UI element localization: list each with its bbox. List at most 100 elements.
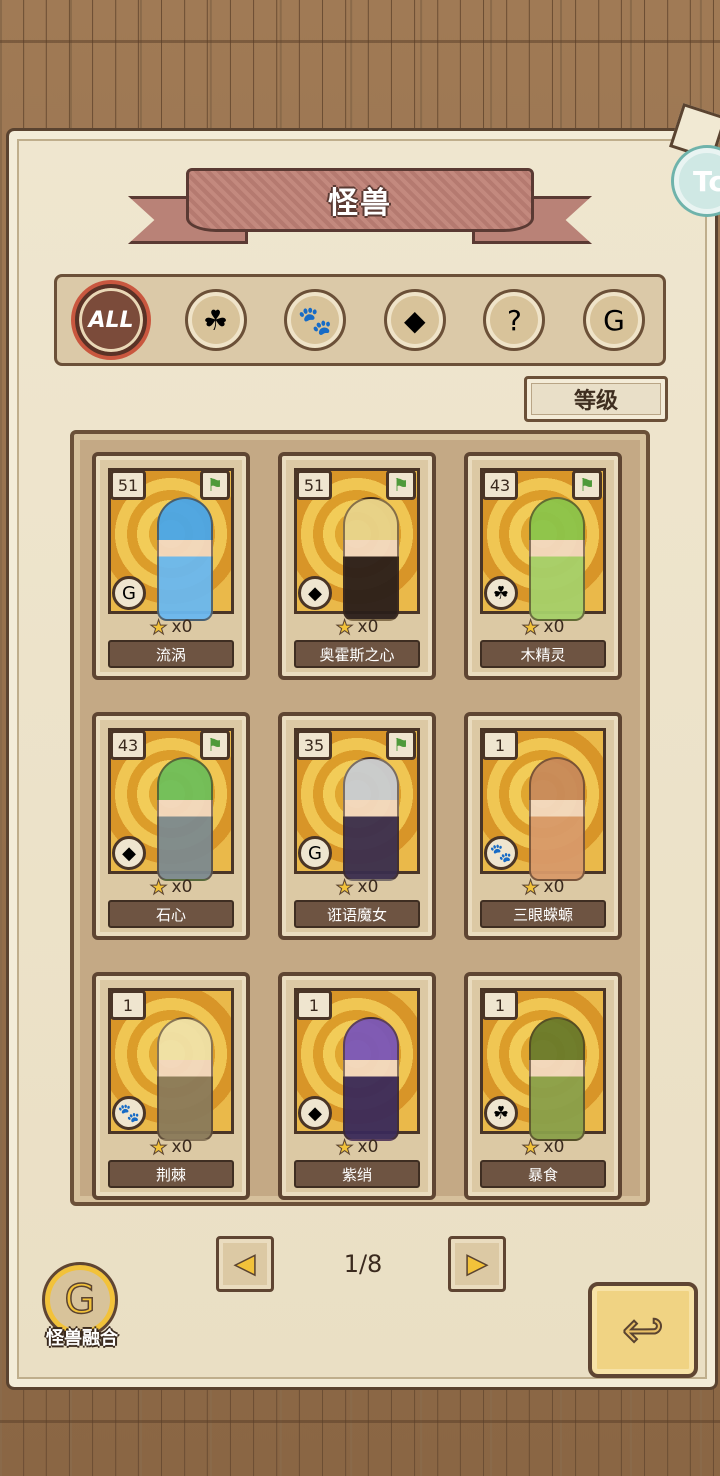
- star-icon: ★: [521, 1135, 540, 1160]
- level-badge: 1: [110, 990, 146, 1020]
- monster-figure: [157, 497, 213, 621]
- monster-figure: [343, 497, 399, 621]
- paw-icon: 🐾: [112, 1096, 146, 1130]
- count-value: x0: [543, 1137, 565, 1157]
- level-badge: 1: [482, 730, 518, 760]
- question-icon: ?: [506, 303, 522, 337]
- filter-paw[interactable]: 🐾: [284, 289, 347, 351]
- next-page-button[interactable]: ▶: [448, 1236, 506, 1292]
- star-count: ★ x0: [468, 1135, 618, 1160]
- crystal-icon: ◆: [298, 576, 332, 610]
- count-value: x0: [357, 877, 379, 897]
- star-icon: ★: [335, 615, 354, 640]
- star-icon: ★: [149, 615, 168, 640]
- page-title: 怪兽: [328, 186, 392, 221]
- monster-name: 暴食: [480, 1160, 606, 1188]
- clover-icon: ☘: [484, 1096, 518, 1130]
- star-count: ★ x0: [282, 875, 432, 900]
- filter-clover[interactable]: ☘: [184, 289, 247, 351]
- clover-icon: ☘: [484, 576, 518, 610]
- monster-figure: [343, 757, 399, 881]
- monster-grid: 51 ⚑ G ★ x0 流涡 51 ⚑ ◆ ★ x0 奥霍斯之心 43 ⚑ ☘ …: [70, 430, 650, 1206]
- count-value: x0: [357, 617, 379, 637]
- title-ribbon: 怪兽: [186, 168, 534, 232]
- filter-bar: ALL ☘ 🐾 ◆? G: [54, 274, 666, 366]
- flag-icon: ⚑: [572, 470, 602, 500]
- monster-card[interactable]: 51 ⚑ G ★ x0 流涡: [92, 452, 250, 680]
- monster-figure: [343, 1017, 399, 1141]
- level-badge: 35: [296, 730, 332, 760]
- spiral-icon: G: [603, 303, 625, 337]
- level-badge: 43: [110, 730, 146, 760]
- monster-card[interactable]: 1 ☘ ★ x0 暴食: [464, 972, 622, 1200]
- monster-name: 奥霍斯之心: [294, 640, 420, 668]
- star-count: ★ x0: [468, 875, 618, 900]
- monster-card[interactable]: 43 ⚑ ◆ ★ x0 石心: [92, 712, 250, 940]
- filter-spiral[interactable]: G: [582, 289, 645, 351]
- count-value: x0: [171, 1137, 193, 1157]
- prev-page-button[interactable]: ◀: [216, 1236, 274, 1292]
- star-icon: ★: [149, 1135, 168, 1160]
- star-icon: ★: [335, 875, 354, 900]
- star-icon: ★: [149, 875, 168, 900]
- all-icon: ALL: [88, 307, 134, 333]
- monster-figure: [529, 1017, 585, 1141]
- monster-name: 三眼蝾螈: [480, 900, 606, 928]
- count-value: x0: [171, 617, 193, 637]
- spiral-icon: G: [112, 576, 146, 610]
- monster-name: 石心: [108, 900, 234, 928]
- count-value: x0: [357, 1137, 379, 1157]
- monster-card[interactable]: 1 ◆ ★ x0 紫绡: [278, 972, 436, 1200]
- count-value: x0: [171, 877, 193, 897]
- filter-question[interactable]: ?: [483, 289, 546, 351]
- monster-card[interactable]: 43 ⚑ ☘ ★ x0 木精灵: [464, 452, 622, 680]
- monster-name: 木精灵: [480, 640, 606, 668]
- monster-figure: [157, 757, 213, 881]
- wood-grain: [0, 40, 720, 43]
- flag-icon: ⚑: [386, 470, 416, 500]
- arrow-right-icon: ▶: [466, 1248, 488, 1280]
- monster-card[interactable]: 1 🐾 ★ x0 荆棘: [92, 972, 250, 1200]
- page-indicator: 1/8: [343, 1250, 383, 1278]
- star-icon: ★: [521, 615, 540, 640]
- filter-crystal[interactable]: ◆: [383, 289, 446, 351]
- flag-icon: ⚑: [200, 730, 230, 760]
- flag-icon: ⚑: [200, 470, 230, 500]
- monster-name: 流涡: [108, 640, 234, 668]
- count-value: x0: [543, 617, 565, 637]
- level-badge: 51: [110, 470, 146, 500]
- star-count: ★ x0: [96, 615, 246, 640]
- clover-icon: ☘: [203, 303, 229, 337]
- crystal-icon: ◆: [404, 303, 426, 337]
- level-badge: 43: [482, 470, 518, 500]
- crystal-icon: ◆: [112, 836, 146, 870]
- sort-by-level-button[interactable]: 等级: [524, 376, 668, 422]
- level-badge: 1: [482, 990, 518, 1020]
- crystal-icon: ◆: [298, 1096, 332, 1130]
- monster-name: 诳语魔女: [294, 900, 420, 928]
- star-count: ★ x0: [96, 1135, 246, 1160]
- star-icon: ★: [335, 1135, 354, 1160]
- monster-name: 紫绡: [294, 1160, 420, 1188]
- monster-card[interactable]: 1 🐾 ★ x0 三眼蝾螈: [464, 712, 622, 940]
- monster-fusion-button[interactable]: G 怪兽融合: [34, 1262, 130, 1358]
- wood-grain: [0, 1420, 720, 1423]
- spiral-icon: G: [298, 836, 332, 870]
- back-arrow-icon: ↩: [621, 1300, 665, 1360]
- back-button[interactable]: ↩: [588, 1282, 698, 1378]
- star-count: ★ x0: [96, 875, 246, 900]
- star-icon: ★: [521, 875, 540, 900]
- monster-card[interactable]: 35 ⚑ G ★ x0 诳语魔女: [278, 712, 436, 940]
- level-badge: 1: [296, 990, 332, 1020]
- level-badge: 51: [296, 470, 332, 500]
- monster-figure: [529, 757, 585, 881]
- paw-icon: 🐾: [297, 303, 333, 337]
- count-value: x0: [543, 877, 565, 897]
- star-count: ★ x0: [282, 615, 432, 640]
- star-count: ★ x0: [282, 1135, 432, 1160]
- paw-icon: 🐾: [484, 836, 518, 870]
- monster-name: 荆棘: [108, 1160, 234, 1188]
- filter-all[interactable]: ALL: [75, 284, 147, 356]
- monster-card[interactable]: 51 ⚑ ◆ ★ x0 奥霍斯之心: [278, 452, 436, 680]
- monster-figure: [157, 1017, 213, 1141]
